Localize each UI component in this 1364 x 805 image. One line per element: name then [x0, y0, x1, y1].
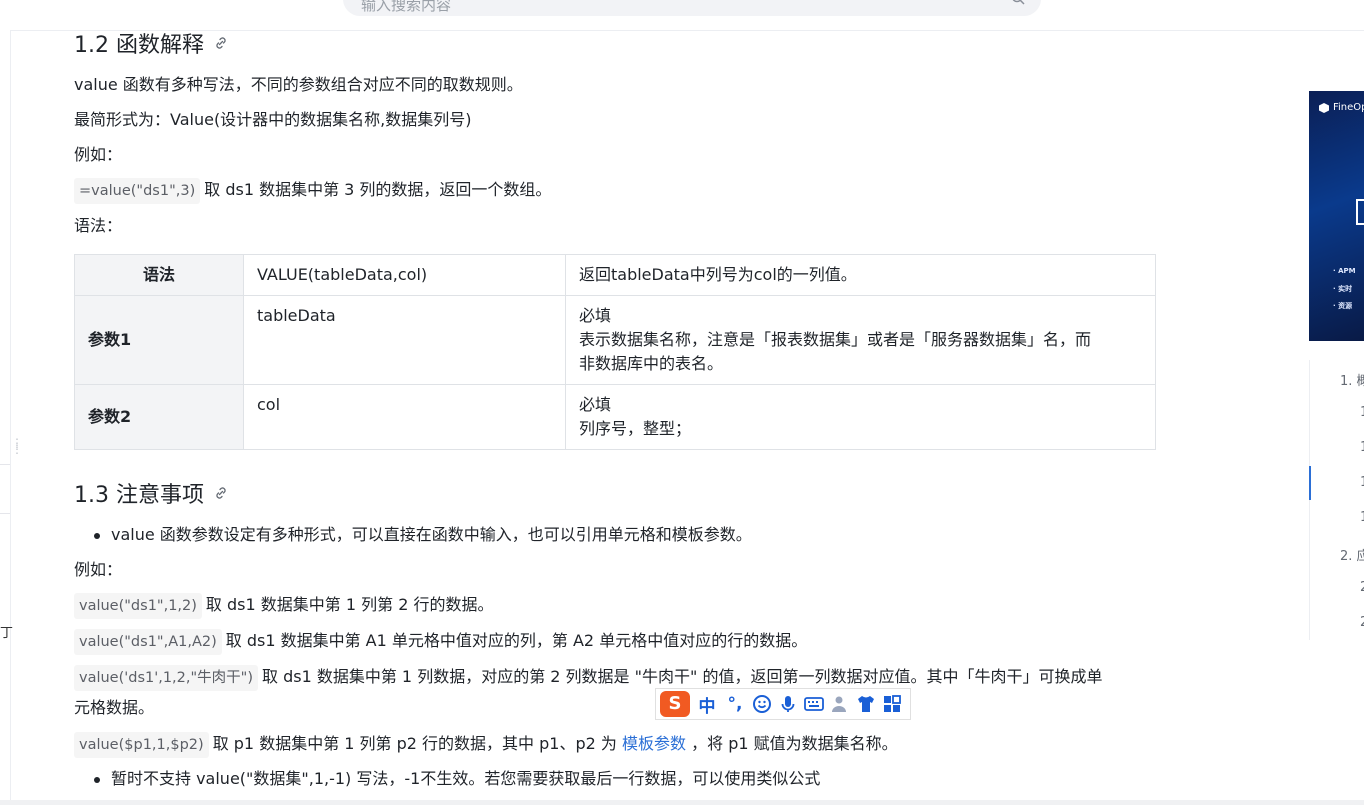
example-text: ，将 p1 赋值为数据集名称。	[691, 734, 898, 753]
example-line: value("ds1",A1,A2) 取 ds1 数据集中第 A1 单元格中值对应…	[74, 629, 807, 655]
sogou-logo-icon[interactable]: S	[660, 691, 690, 717]
toc-item[interactable]: 1	[1360, 510, 1364, 525]
inline-code: value("ds1",1,2)	[74, 593, 202, 619]
syntax-table: 语法 VALUE(tableData,col) 返回tableData中列号为c…	[74, 254, 1156, 450]
table-cell: col	[243, 384, 566, 450]
table-cell-header: 参数2	[74, 384, 244, 450]
table-cell: 必填 列序号，整型；	[565, 384, 1156, 450]
toc-item[interactable]: 1. 概	[1340, 370, 1364, 389]
section-heading-1-3: 1.3 注意事项	[74, 477, 228, 509]
inline-code: value($p1,1,$p2)	[74, 732, 209, 758]
section-heading-1-2: 1.2 函数解释	[74, 27, 228, 59]
table-row: 参数1 tableData 必填 表示数据集名称，注意是「报表数据集」或者是「服…	[74, 295, 1156, 385]
toc-item[interactable]: 1	[1360, 405, 1364, 420]
toc-item[interactable]: 1	[1360, 440, 1364, 455]
ime-punctuation-toggle[interactable]: °,	[724, 694, 746, 714]
drag-handle-icon[interactable]: ⋮ ⋮	[11, 437, 23, 455]
ime-toolbar[interactable]: S 中 °,	[655, 688, 911, 720]
toc-active-indicator	[1309, 466, 1311, 500]
microphone-icon[interactable]	[778, 694, 798, 714]
left-sidebar-tab[interactable]	[0, 464, 10, 514]
ad-title: FineOps	[1333, 102, 1364, 113]
ad-banner[interactable]: FineOps · APM · 实时 · 资源	[1309, 91, 1364, 341]
example-text: 取 ds1 数据集中第 A1 单元格中值对应的列，第 A2 单元格中值对应的行的…	[225, 631, 808, 650]
example-line-continued: 元格数据。	[74, 698, 155, 717]
table-cell: 返回tableData中列号为col的一列值。	[565, 254, 1156, 296]
list-item: value 函数参数设定有多种形式，可以直接在函数中输入，也可以引用单元格和模板…	[94, 525, 752, 544]
template-parameter-link[interactable]: 模板参数	[622, 734, 686, 753]
inline-code: value('ds1',1,2,"牛肉干")	[74, 665, 258, 691]
toc-item[interactable]: 2	[1360, 580, 1364, 595]
search-icon[interactable]	[1011, 0, 1025, 5]
list-item: 暂时不支持 value("数据集",1,-1) 写法，-1不生效。若您需要获取最…	[93, 769, 821, 788]
ad-feature: · APM	[1333, 267, 1356, 275]
search-box[interactable]: 输入搜索内容	[343, 0, 1041, 16]
table-cell-header: 语法	[74, 254, 244, 296]
anchor-link-icon[interactable]	[214, 36, 228, 50]
paragraph: 最简形式为：Value(设计器中的数据集名称,数据集列号)	[74, 110, 472, 129]
example-text: 取 ds1 数据集中第 1 列数据，对应的第 2 列数据是 "牛肉干" 的值，返…	[262, 667, 1103, 686]
table-cell: 必填 表示数据集名称，注意是「报表数据集」或者是「服务器数据集」名，而 非数据库…	[565, 295, 1156, 385]
left-sidebar-collapsed	[0, 30, 11, 805]
user-tool-icon[interactable]	[830, 694, 850, 714]
table-of-contents: 1. 概 1 1 1 1 2. 应 2 2	[1309, 360, 1364, 640]
emoji-icon[interactable]	[752, 694, 772, 714]
example-text: 取 ds1 数据集中第 3 列的数据，返回一个数组。	[204, 180, 552, 199]
inline-code: value("ds1",A1,A2)	[74, 629, 222, 655]
toc-item[interactable]: 2. 应	[1340, 545, 1364, 564]
syntax-label: 语法：	[74, 216, 123, 235]
horizontal-scrollbar[interactable]	[0, 800, 1364, 805]
example-label: 例如：	[74, 560, 123, 579]
paragraph: value 函数有多种写法，不同的参数组合对应不同的取数规则。	[74, 75, 523, 94]
brand-logo-icon	[1319, 103, 1329, 113]
toc-item[interactable]: 2	[1360, 615, 1364, 630]
example-text: 取 ds1 数据集中第 1 列第 2 行的数据。	[205, 595, 494, 614]
table-row: 参数2 col 必填 列序号，整型；	[74, 384, 1156, 450]
table-cell-header: 参数1	[74, 295, 244, 385]
table-cell: VALUE(tableData,col)	[243, 254, 566, 296]
example-line: =value("ds1",3) 取 ds1 数据集中第 3 列的数据，返回一个数组…	[74, 178, 551, 204]
table-cell: tableData	[243, 295, 566, 385]
keyboard-icon[interactable]	[804, 694, 824, 714]
example-line: value($p1,1,$p2) 取 p1 数据集中第 1 列第 p2 行的数据，…	[74, 732, 898, 758]
ad-graphic	[1356, 199, 1364, 225]
ad-feature: · 实时	[1333, 285, 1353, 293]
left-sidebar-text: 丁	[0, 626, 14, 641]
example-label: 例如：	[74, 145, 123, 164]
anchor-link-icon[interactable]	[214, 486, 228, 500]
ad-feature: · 资源	[1333, 302, 1353, 310]
ime-language-toggle[interactable]: 中	[696, 692, 718, 717]
search-input[interactable]: 输入搜索内容	[361, 0, 451, 15]
example-line: value('ds1',1,2,"牛肉干") 取 ds1 数据集中第 1 列数据，…	[74, 665, 1102, 691]
skin-shirt-icon[interactable]	[856, 694, 876, 714]
inline-code: =value("ds1",3)	[74, 178, 201, 204]
example-line: value("ds1",1,2) 取 ds1 数据集中第 1 列第 2 行的数据。	[74, 593, 493, 619]
toc-item[interactable]: 1	[1360, 475, 1364, 490]
example-text: 取 p1 数据集中第 1 列第 p2 行的数据，其中 p1、p2 为	[212, 734, 617, 753]
table-row: 语法 VALUE(tableData,col) 返回tableData中列号为c…	[74, 254, 1156, 296]
toolbox-grid-icon[interactable]	[882, 694, 902, 714]
